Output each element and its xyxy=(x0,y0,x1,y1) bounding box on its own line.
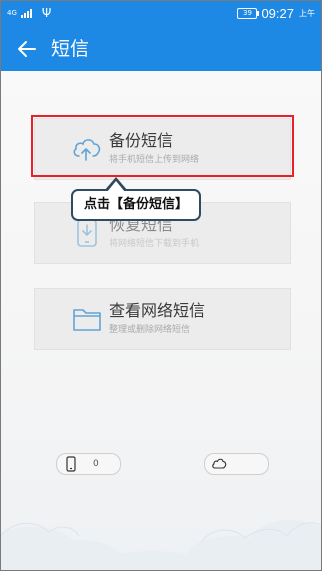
view-cloud-sms-subtitle: 整理或删除网络短信 xyxy=(109,325,191,335)
back-arrow-icon[interactable] xyxy=(15,37,39,61)
usb-icon: Ψ xyxy=(41,6,52,20)
battery-level: 39 xyxy=(242,9,252,17)
phone-screen: 4G Ψ 39 09:27 上午 短信 备份短信 将手机短信上传到网络 恢复短信… xyxy=(0,0,322,571)
battery-icon: 39 xyxy=(237,8,260,19)
app-bar: 短信 xyxy=(1,27,321,71)
local-sms-count-value: 0 xyxy=(93,459,99,469)
page-title: 短信 xyxy=(51,38,90,60)
instruction-callout: 点击【备份短信】 xyxy=(71,189,201,221)
network-type: 4G xyxy=(7,9,17,17)
cloud-sms-count xyxy=(204,453,269,475)
callout-text: 点击【备份短信】 xyxy=(83,197,188,212)
cloud-upload-icon xyxy=(73,139,101,161)
restore-sms-subtitle: 将网络短信下载到手机 xyxy=(109,239,200,249)
background-clouds xyxy=(1,520,321,570)
clock: 09:27 xyxy=(261,6,294,21)
view-cloud-sms-button[interactable]: 查看网络短信 整理或删除网络短信 xyxy=(34,288,291,350)
signal-icon xyxy=(20,8,32,18)
backup-sms-button[interactable]: 备份短信 将手机短信上传到网络 xyxy=(34,118,291,180)
cloud-icon xyxy=(212,458,227,469)
folder-icon xyxy=(73,309,101,331)
local-sms-count: 0 xyxy=(56,453,121,475)
callout-arrow-fill xyxy=(107,181,125,192)
backup-sms-subtitle: 将手机短信上传到网络 xyxy=(109,155,200,165)
view-cloud-sms-title: 查看网络短信 xyxy=(109,301,206,320)
backup-sms-title: 备份短信 xyxy=(109,131,174,150)
status-bar: 4G Ψ 39 09:27 上午 xyxy=(1,1,321,27)
clock-ampm: 上午 xyxy=(299,9,315,18)
phone-download-icon xyxy=(77,219,97,247)
phone-icon xyxy=(66,456,76,472)
